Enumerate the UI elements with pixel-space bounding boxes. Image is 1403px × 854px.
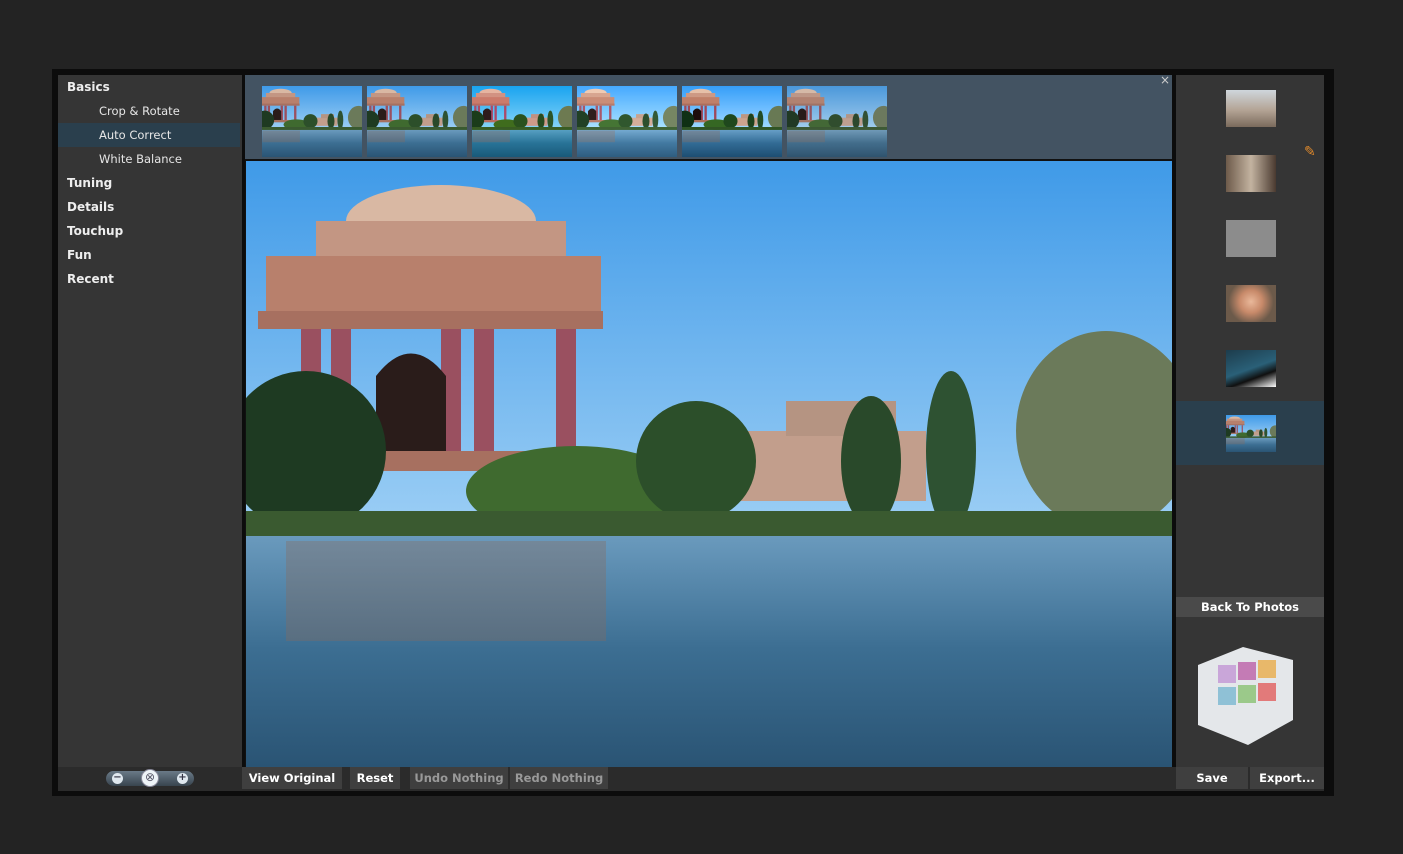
- category-details[interactable]: Details: [67, 197, 114, 217]
- zoom-in-icon[interactable]: +: [177, 773, 188, 784]
- category-tuning[interactable]: Tuning: [67, 173, 112, 193]
- undo-button[interactable]: Undo Nothing: [410, 767, 508, 789]
- photo-thumbnail[interactable]: [1226, 90, 1276, 127]
- photo-thumbnail[interactable]: [1226, 350, 1276, 387]
- correction-option-thumbnail[interactable]: [472, 86, 572, 157]
- pencil-icon[interactable]: ✎: [1304, 145, 1318, 159]
- photo-thumbnail[interactable]: [1226, 285, 1276, 322]
- correction-option-thumbnail[interactable]: [262, 86, 362, 157]
- bottom-toolbar: − ⊗ + View Original Reset Undo Nothing R…: [58, 767, 1324, 791]
- menu-item-auto-correct[interactable]: Auto Correct: [58, 123, 240, 147]
- photo-thumbnail[interactable]: [1226, 415, 1276, 452]
- zoom-control[interactable]: − ⊗ +: [106, 769, 194, 787]
- menu-item-white-balance[interactable]: White Balance: [58, 147, 240, 171]
- correction-option-thumbnail[interactable]: [682, 86, 782, 157]
- category-basics[interactable]: Basics: [67, 77, 110, 97]
- category-recent[interactable]: Recent: [67, 269, 114, 289]
- correction-option-thumbnail[interactable]: [787, 86, 887, 157]
- correction-option-thumbnail[interactable]: [577, 86, 677, 157]
- view-original-button[interactable]: View Original: [242, 767, 342, 789]
- main-photo: [246, 161, 1172, 767]
- reset-button[interactable]: Reset: [350, 767, 400, 789]
- photo-thumbnail[interactable]: [1226, 155, 1276, 192]
- back-to-photos-button[interactable]: Back To Photos: [1176, 597, 1324, 617]
- editor-canvas-area: ×: [245, 73, 1172, 767]
- export-button[interactable]: Export...: [1250, 767, 1324, 789]
- correction-option-thumbnail[interactable]: [367, 86, 467, 157]
- category-fun[interactable]: Fun: [67, 245, 92, 265]
- auto-correct-options-strip: ×: [245, 73, 1172, 159]
- zoom-fit-icon[interactable]: ⊗: [141, 769, 159, 787]
- zoom-out-icon[interactable]: −: [112, 773, 123, 784]
- photo-browser-panel: ✎ Back To Photos: [1176, 75, 1324, 767]
- close-icon[interactable]: ×: [1160, 73, 1170, 87]
- edit-categories-sidebar: Basics Crop & Rotate Auto Correct White …: [58, 75, 242, 767]
- category-touchup[interactable]: Touchup: [67, 221, 123, 241]
- photo-thumbnail[interactable]: [1226, 220, 1276, 257]
- redo-button[interactable]: Redo Nothing: [510, 767, 608, 789]
- adobe-cs-cube-icon: [1198, 647, 1293, 745]
- menu-item-crop-rotate[interactable]: Crop & Rotate: [58, 99, 240, 123]
- save-button[interactable]: Save: [1176, 767, 1248, 789]
- photo-editor-window: Basics Crop & Rotate Auto Correct White …: [52, 69, 1334, 796]
